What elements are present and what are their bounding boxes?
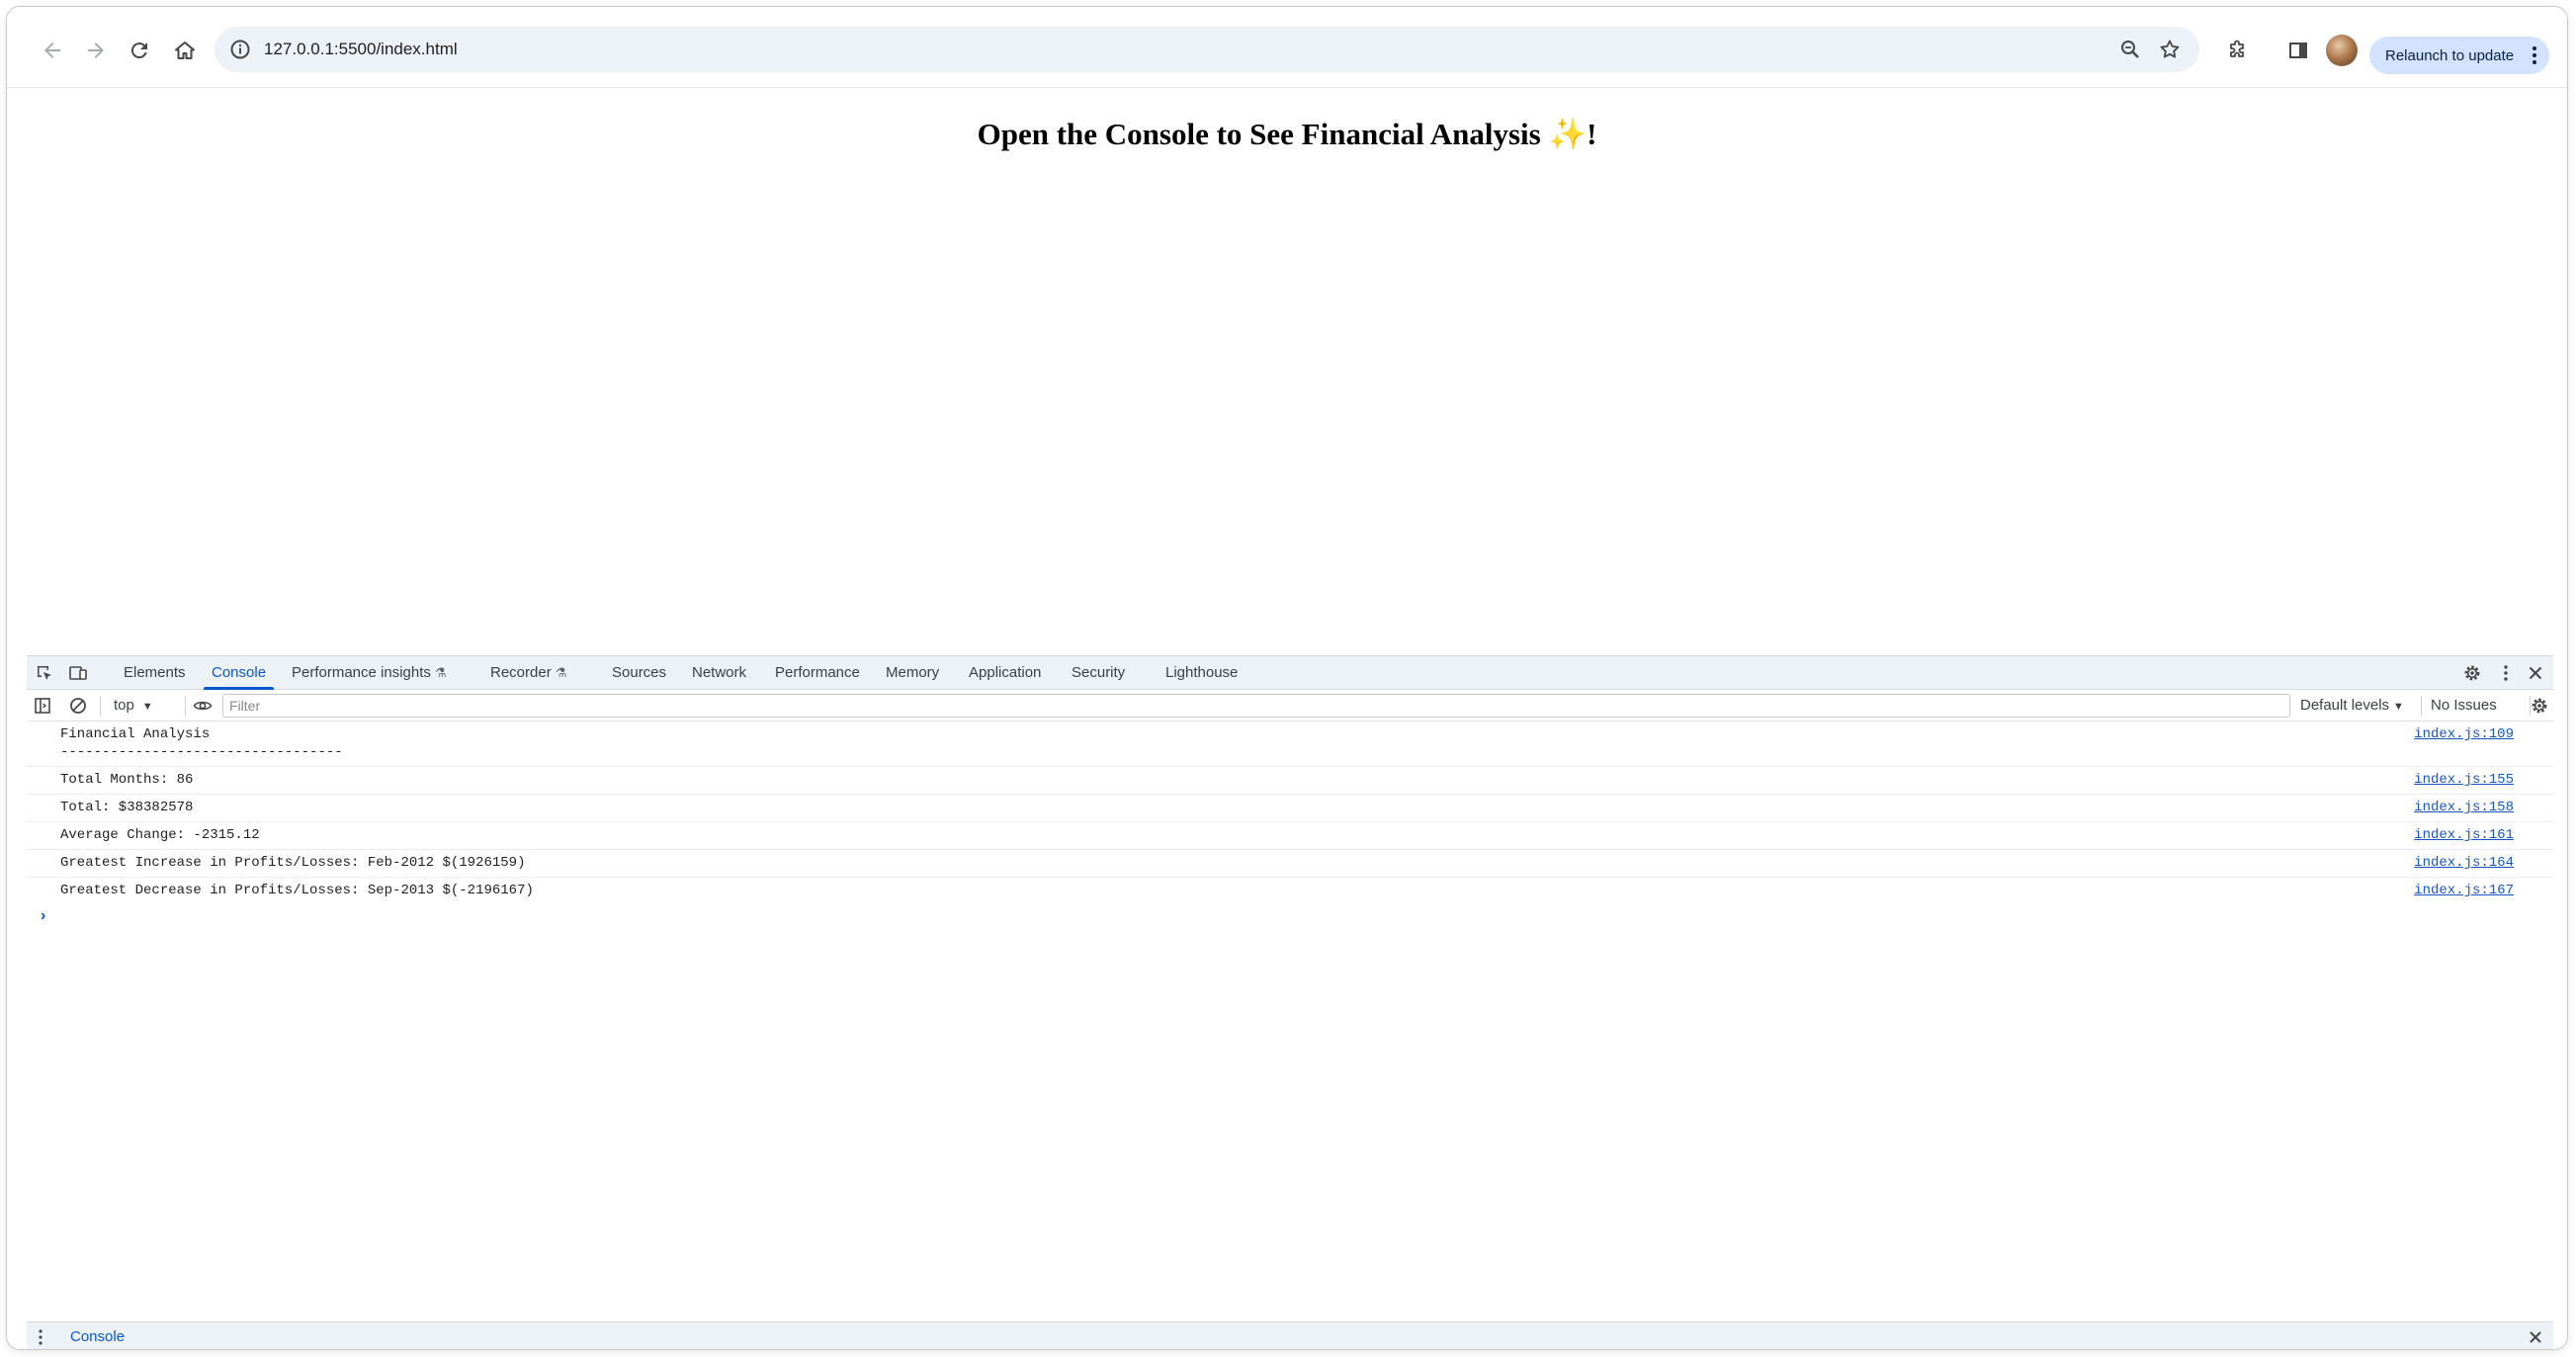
caret-down-icon: ▼	[2393, 701, 2404, 713]
console-message-text: Greatest Decrease in Profits/Losses: Sep…	[60, 883, 534, 898]
console-message: Average Change: -2315.12 index.js:161	[27, 822, 2553, 850]
zoom-icon[interactable]	[2118, 38, 2142, 61]
forward-button[interactable]	[74, 29, 118, 72]
tab-application[interactable]: Application	[969, 656, 1041, 690]
source-link[interactable]: index.js:167	[2414, 882, 2514, 899]
show-sidebar-button[interactable]	[31, 694, 54, 718]
kebab-menu-icon[interactable]	[31, 1327, 50, 1347]
issues-counter[interactable]: No Issues	[2431, 694, 2497, 718]
source-link[interactable]: index.js:161	[2414, 826, 2514, 844]
clear-console-button[interactable]	[66, 694, 90, 718]
extensions-button[interactable]	[2215, 29, 2259, 72]
caret-down-icon: ▼	[141, 701, 153, 713]
tab-recorder[interactable]: Recorder ⚗	[490, 656, 566, 690]
console-output: Financial Analysis ---------------------…	[27, 721, 2553, 1305]
drawer-tab-console[interactable]: Console	[70, 1322, 125, 1349]
tab-performance-insights-label: Performance insights	[292, 664, 431, 681]
filter-input[interactable]	[222, 694, 2290, 718]
sidebar-icon	[35, 698, 50, 714]
divider	[100, 696, 101, 716]
context-value: top	[114, 697, 134, 714]
star-icon[interactable]	[2158, 38, 2182, 61]
page-title-end: !	[1587, 117, 1597, 151]
console-toolbar: top▼ Default levels▼ No Issues	[27, 690, 2553, 721]
console-message-text: Average Change: -2315.12	[60, 827, 260, 843]
console-message-text: Greatest Increase in Profits/Losses: Feb…	[60, 855, 526, 871]
side-panel-button[interactable]	[2276, 29, 2320, 72]
puzzle-icon	[2230, 40, 2244, 57]
inspect-icon	[38, 666, 51, 680]
devtools-tabbar: Elements Console Performance insights ⚗ R…	[27, 656, 2553, 690]
console-message: Total: $38382578 index.js:158	[27, 795, 2553, 822]
tab-memory[interactable]: Memory	[886, 656, 939, 690]
console-message: Greatest Increase in Profits/Losses: Feb…	[27, 850, 2553, 878]
tab-lighthouse[interactable]: Lighthouse	[1165, 656, 1238, 690]
home-icon	[175, 42, 195, 59]
flask-icon: ⚗	[555, 665, 567, 680]
console-message: Total Months: 86 index.js:155	[27, 767, 2553, 795]
console-prompt[interactable]: ›	[41, 907, 45, 925]
devtools-close-button[interactable]	[2524, 661, 2547, 685]
source-link[interactable]: index.js:158	[2414, 799, 2514, 816]
reload-button[interactable]	[118, 29, 161, 72]
arrow-forward-icon	[88, 42, 104, 58]
gear-icon	[2464, 665, 2480, 681]
kebab-menu-icon	[2533, 46, 2536, 64]
device-toolbar-button[interactable]	[66, 661, 90, 685]
tab-security[interactable]: Security	[1072, 656, 1125, 690]
browser-toolbar: 127.0.0.1:5500/index.html Relaunch to up…	[7, 7, 2567, 88]
tab-network[interactable]: Network	[692, 656, 746, 690]
tab-console[interactable]: Console	[203, 656, 275, 690]
source-link[interactable]: index.js:155	[2414, 771, 2514, 789]
log-levels-dropdown[interactable]: Default levels ▼	[2300, 694, 2404, 718]
info-icon[interactable]	[228, 38, 252, 61]
tab-elements[interactable]: Elements	[124, 656, 186, 690]
divider	[185, 696, 186, 716]
levels-label: Default levels	[2300, 697, 2390, 714]
sparkles-icon: ✨	[1548, 117, 1588, 151]
console-settings-button[interactable]	[2528, 694, 2551, 718]
relaunch-button[interactable]: Relaunch to update	[2369, 37, 2549, 74]
close-icon	[2529, 666, 2542, 680]
page-title: Open the Console to See Financial Analys…	[7, 116, 2567, 152]
source-link[interactable]: index.js:164	[2414, 854, 2514, 872]
divider	[2421, 696, 2422, 716]
page-title-text: Open the Console to See Financial Analys…	[977, 117, 1549, 151]
console-message-text: Total Months: 86	[60, 772, 194, 788]
context-select[interactable]: top ▼	[114, 694, 153, 718]
tab-performance-insights[interactable]: Performance insights ⚗	[292, 656, 447, 690]
browser-window: 127.0.0.1:5500/index.html Relaunch to up…	[6, 6, 2568, 1350]
devtools-menu-button[interactable]	[2494, 661, 2518, 685]
tab-performance[interactable]: Performance	[775, 656, 860, 690]
address-bar[interactable]: 127.0.0.1:5500/index.html	[215, 27, 2199, 72]
console-message: Financial Analysis ---------------------…	[27, 721, 2553, 767]
home-button[interactable]	[163, 29, 207, 72]
close-icon[interactable]	[2526, 1327, 2545, 1347]
devtools-settings-button[interactable]	[2460, 661, 2484, 685]
source-link[interactable]: index.js:109	[2414, 725, 2514, 743]
page-viewport: Open the Console to See Financial Analys…	[7, 88, 2567, 655]
back-button[interactable]	[31, 29, 74, 72]
console-message-text: Total: $38382578	[60, 800, 194, 815]
gear-icon	[2532, 698, 2547, 714]
profile-avatar[interactable]	[2326, 35, 2358, 66]
side-panel-icon	[2289, 42, 2307, 58]
kebab-menu-icon	[2504, 665, 2508, 681]
live-expression-button[interactable]	[191, 694, 215, 718]
devtools-panel: Elements Console Performance insights ⚗ R…	[27, 655, 2553, 1349]
console-message-text: Financial Analysis ---------------------…	[60, 726, 343, 760]
device-icon	[69, 666, 87, 680]
relaunch-label: Relaunch to update	[2385, 46, 2515, 64]
url-text[interactable]: 127.0.0.1:5500/index.html	[264, 27, 458, 72]
console-message: Greatest Decrease in Profits/Losses: Sep…	[27, 878, 2553, 905]
eye-icon	[193, 701, 213, 711]
flask-icon: ⚗	[434, 665, 447, 680]
reload-icon	[130, 42, 147, 59]
devtools-drawer: Console	[27, 1321, 2553, 1349]
block-icon	[70, 698, 86, 714]
tab-sources[interactable]: Sources	[612, 656, 666, 690]
tab-recorder-label: Recorder	[490, 664, 552, 681]
arrow-back-icon	[44, 42, 60, 58]
inspect-element-button[interactable]	[33, 661, 56, 685]
